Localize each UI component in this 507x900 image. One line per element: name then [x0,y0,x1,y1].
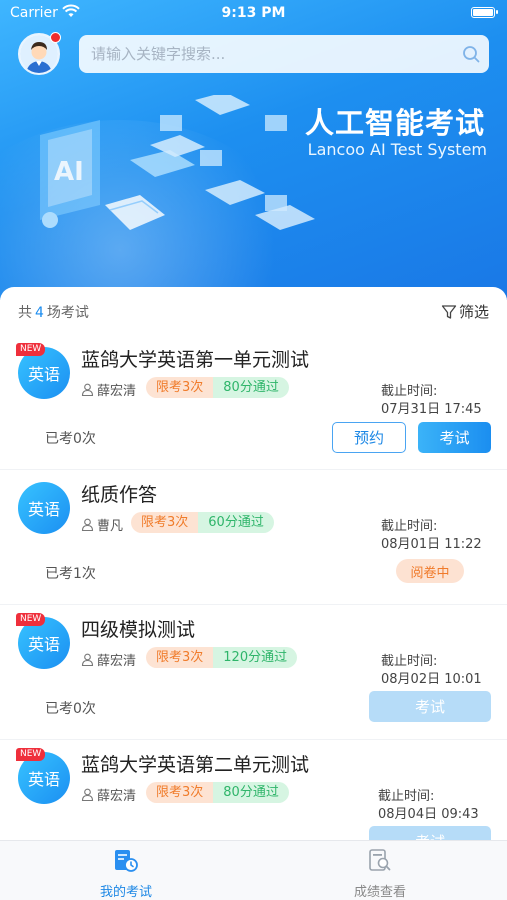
exam-title[interactable]: 蓝鸽大学英语第二单元测试 [81,750,309,777]
exam-teacher: 薛宏清 [81,380,136,399]
deadline-value: 07月31日 17:45 [381,402,482,417]
attempt-count: 已考1次 [45,566,96,582]
pass-score-tag: 80分通过 [213,782,289,803]
ai-illustration-icon: AI [40,95,315,230]
filter-button[interactable]: 筛选 [441,301,489,322]
person-icon [81,788,94,801]
exam-rules: 限考3次 60分通过 [131,512,274,533]
attempt-limit-tag: 限考3次 [131,512,199,533]
tab-scores[interactable]: 成绩查看 [310,849,450,900]
pass-score-tag: 120分通过 [213,647,298,668]
hero-subtitle: Lancoo AI Test System [307,140,487,159]
svg-text:AI: AI [54,157,84,187]
person-icon [81,653,94,666]
search-icon[interactable] [453,35,489,73]
tab-bar: 我的考试 成绩查看 [0,840,507,900]
new-badge: NEW [16,613,46,626]
reserve-button[interactable]: 预约 [332,422,406,453]
exam-rules: 限考3次 120分通过 [146,647,298,668]
attempt-count: 已考0次 [45,431,96,447]
tab-scores-label: 成绩查看 [353,885,406,900]
clock: 9:13 PM [221,5,286,21]
notification-dot [50,32,61,43]
search-input[interactable] [91,45,453,63]
grading-status-badge: 阅卷中 [396,559,464,583]
exam-rules: 限考3次 80分通过 [146,377,289,398]
battery-icon [471,7,498,18]
score-search-icon [369,849,391,871]
exam-rules: 限考3次 80分通过 [146,782,289,803]
attempt-limit-tag: 限考3次 [146,377,214,398]
my-exams-icon [115,850,138,872]
exam-item[interactable]: NEW 英语 蓝鸽大学英语第二单元测试 薛宏清 限考3次 80分通过 截止时间:… [0,740,507,840]
search-bar[interactable] [79,35,489,73]
exam-teacher: 薛宏清 [81,650,136,669]
deadline-value: 08月04日 09:43 [378,807,479,822]
attempt-limit-tag: 限考3次 [146,647,214,668]
deadline-value: 08月01日 11:22 [381,537,482,552]
attempt-count: 已考0次 [45,701,96,717]
tab-my-exams-label: 我的考试 [99,885,152,900]
deadline-label: 截止时间: [381,519,438,534]
deadline-label: 截止时间: [378,789,435,804]
exam-title[interactable]: 蓝鸽大学英语第一单元测试 [81,345,309,372]
exam-title[interactable]: 四级模拟测试 [81,615,195,642]
hero-banner: Carrier 9:13 PM AI [0,0,507,300]
subject-avatar: 英语 [18,482,70,534]
tab-my-exams[interactable]: 我的考试 [56,849,196,900]
exam-list-panel: 共 4 场考试 筛选 NEW 英语 蓝鸽大学英语第一单元测试 薛宏清 限考3次 80… [0,287,507,840]
person-icon [81,383,94,396]
attempt-limit-tag: 限考3次 [146,782,214,803]
exam-title[interactable]: 纸质作答 [81,480,157,507]
exam-item[interactable]: NEW 英语 四级模拟测试 薛宏清 限考3次 120分通过 截止时间: 08月0… [0,605,507,740]
status-bar: Carrier 9:13 PM [0,0,507,28]
filter-icon [441,304,457,319]
pass-score-tag: 60分通过 [198,512,274,533]
exam-summary-bar: 共 4 场考试 筛选 [0,287,507,335]
start-exam-button[interactable]: 考试 [369,691,491,722]
pass-score-tag: 80分通过 [213,377,289,398]
deadline-label: 截止时间: [381,384,438,399]
start-exam-button[interactable]: 考试 [418,422,491,453]
exam-item[interactable]: NEW 英语 蓝鸽大学英语第一单元测试 薛宏清 限考3次 80分通过 截止时间:… [0,335,507,470]
exam-item[interactable]: 英语 纸质作答 曹凡 限考3次 60分通过 截止时间: 08月01日 11:22… [0,470,507,605]
exam-count: 共 4 场考试 [18,305,89,321]
exam-count-number: 4 [35,305,44,321]
exam-teacher: 薛宏清 [81,785,136,804]
new-badge: NEW [16,343,46,356]
person-icon [81,518,94,531]
deadline-label: 截止时间: [381,654,438,669]
exam-teacher: 曹凡 [81,515,123,534]
start-exam-button[interactable]: 考试 [369,826,491,840]
deadline-value: 08月02日 10:01 [381,672,482,687]
new-badge: NEW [16,748,46,761]
hero-title: 人工智能考试 [304,106,485,140]
